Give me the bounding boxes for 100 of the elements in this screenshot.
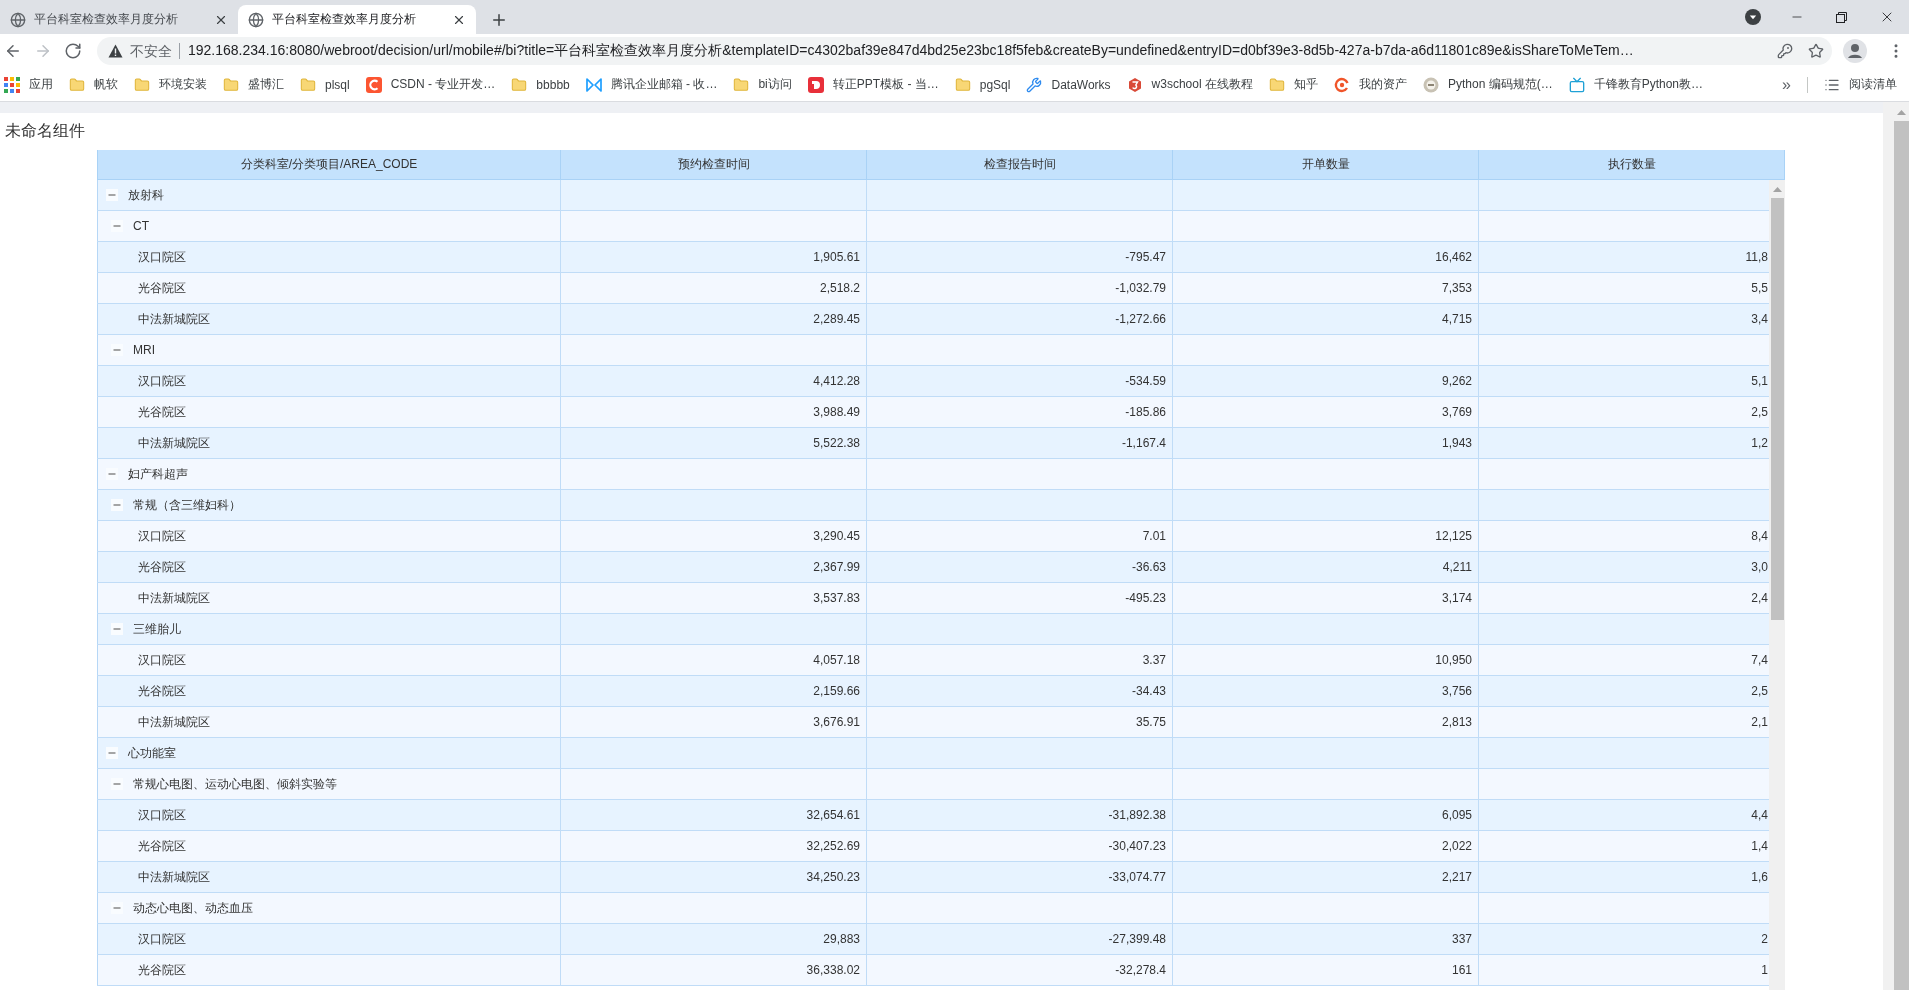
table-cell-text: 11,8 [1744, 249, 1769, 266]
table-row[interactable]: 汉口院区 3,290.45 7.01 12,125 8,4 [97, 521, 1769, 552]
row-label: 光谷院区 [138, 279, 186, 297]
column-header[interactable]: 分类科室/分类项目/AREA_CODE [97, 150, 561, 179]
bookmark-link[interactable]: DataWorks [1022, 71, 1115, 98]
table-row[interactable]: 妇产科超声 [97, 459, 1769, 490]
address-bar[interactable]: 不安全 192.168.234.16:8080/webroot/decision/url/mobile#/bi?title=平台科室检查效率月度分析&templateID=c4302baf39e847d4bd25e23bc18f5feb&createBy=undefined&entryID=d0bf39e3-8d5b-427a-b7da-a6d11801c89e&isShareToMeTem… [97, 37, 1832, 65]
bookmark-link[interactable]: plsql [296, 71, 354, 98]
minus-icon[interactable] [111, 623, 123, 635]
bookmark-link[interactable]: 转正PPT模板 - 当… [803, 71, 943, 98]
table-cell-text: 2 [1760, 931, 1769, 948]
bookmark-link[interactable]: 环境安装 [130, 71, 211, 98]
browser-tab[interactable]: 平台科室检查效率月度分析 [238, 5, 476, 34]
bookmark-link[interactable]: CSDN - 专业开发… [361, 71, 500, 98]
minus-icon[interactable] [111, 902, 123, 914]
table-row[interactable]: 汉口院区 4,057.18 3.37 10,950 7,4 [97, 645, 1769, 676]
restore-icon[interactable] [1836, 11, 1847, 23]
bookmark-link[interactable]: 我的资产 [1330, 71, 1411, 98]
minus-icon[interactable] [111, 778, 123, 790]
bookmark-link[interactable]: 盛博汇 [219, 71, 288, 98]
minus-icon[interactable] [111, 499, 123, 511]
table-row[interactable]: 动态心电图、动态血压 [97, 893, 1769, 924]
table-row[interactable]: 光谷院区 2,159.66 -34.43 3,756 2,5 [97, 676, 1769, 707]
bookmark-link[interactable]: bi访问 [729, 71, 796, 98]
table-cell: 3,537.83 [561, 583, 867, 613]
row-label: 妇产科超声 [128, 465, 188, 483]
scrollbar-thumb[interactable] [1770, 198, 1784, 620]
reading-list-link[interactable]: 阅读清单 [1820, 71, 1901, 98]
wrench-icon [1026, 76, 1043, 93]
table-cell: -32,278.4 [867, 955, 1173, 985]
table-row[interactable]: 常规心电图、运动心电图、倾斜实验等 [97, 769, 1769, 800]
folder-icon [134, 76, 150, 93]
table-cell: 1,905.61 [561, 242, 867, 272]
table-cell: 32,654.61 [561, 800, 867, 830]
table-row[interactable]: 汉口院区 4,412.28 -534.59 9,262 5,1 [97, 366, 1769, 397]
table-row[interactable]: 汉口院区 32,654.61 -31,892.38 6,095 4,4 [97, 800, 1769, 831]
table-cell-text: 5,5 [1750, 280, 1769, 297]
row-label: 三维胎儿 [133, 620, 181, 638]
table-row[interactable]: 汉口院区 29,883 -27,399.48 337 2 [97, 924, 1769, 955]
row-label: 中法新城院区 [138, 434, 210, 452]
table-row[interactable]: 心功能室 [97, 738, 1769, 769]
scroll-up-icon[interactable] [1772, 187, 1782, 192]
row-label: 光谷院区 [138, 682, 186, 700]
bookmark-link[interactable]: bbbbb [507, 71, 574, 98]
minus-icon[interactable] [111, 220, 123, 232]
bookmark-link[interactable]: pgSql [950, 71, 1015, 98]
table-row[interactable]: 光谷院区 2,367.99 -36.63 4,211 3,0 [97, 552, 1769, 583]
bookmark-link[interactable]: 腾讯企业邮箱 - 收… [581, 71, 722, 98]
star-icon[interactable] [1808, 43, 1824, 59]
table-row[interactable]: 常规（含三维妇科） [97, 490, 1769, 521]
table-row[interactable]: 放射科 [97, 180, 1769, 211]
table-row[interactable]: 光谷院区 2,518.2 -1,032.79 7,353 5,5 [97, 273, 1769, 304]
table-cell: 10,950 [1173, 645, 1479, 675]
bookmark-link[interactable]: 应用 [0, 71, 57, 98]
scrollbar-thumb[interactable] [1894, 121, 1909, 990]
table-cell: 9,262 [1173, 366, 1479, 396]
table-scrollbar[interactable] [1769, 180, 1785, 990]
security-chip[interactable]: 不安全 [108, 43, 180, 59]
column-header[interactable]: 检查报告时间 [867, 150, 1173, 179]
minus-icon[interactable] [106, 189, 118, 201]
table-row[interactable]: CT [97, 211, 1769, 242]
bookmark-link[interactable]: Python 编码规范(… [1419, 71, 1557, 98]
table-cell: 2,217 [1173, 862, 1479, 892]
bookmark-link[interactable]: 知乎 [1265, 71, 1322, 98]
table-row[interactable]: 光谷院区 32,252.69 -30,407.23 2,022 1,4 [97, 831, 1769, 862]
minus-icon[interactable] [106, 747, 118, 759]
table-cell: 6,095 [1173, 800, 1479, 830]
page-scrollbar[interactable] [1883, 102, 1909, 990]
table-cell-text: 1,4 [1750, 838, 1769, 855]
profile-icon[interactable] [1843, 39, 1867, 63]
table-row[interactable]: 中法新城院区 3,537.83 -495.23 3,174 2,4 [97, 583, 1769, 614]
apps-grid-icon [4, 76, 20, 93]
reload-icon[interactable] [64, 42, 82, 60]
column-header[interactable]: 开单数量 [1173, 150, 1479, 179]
bookmarks-overflow[interactable]: » [1778, 75, 1795, 94]
bookmark-link[interactable]: 帆软 [65, 71, 122, 98]
table-cell: -1,272.66 [867, 304, 1173, 334]
bookmark-link[interactable]: 千锋教育Python教… [1564, 71, 1708, 98]
scroll-up-icon[interactable] [1897, 110, 1906, 115]
table-row[interactable]: 中法新城院区 3,676.91 35.75 2,813 2,1 [97, 707, 1769, 738]
table-cell: 2,022 [1173, 831, 1479, 861]
column-header[interactable]: 预约检查时间 [561, 150, 867, 179]
row-label: 光谷院区 [138, 403, 186, 421]
table-row[interactable]: MRI [97, 335, 1769, 366]
minus-icon[interactable] [111, 344, 123, 356]
table-row[interactable]: 中法新城院区 5,522.38 -1,167.4 1,943 1,2 [97, 428, 1769, 459]
table-row[interactable]: 汉口院区 1,905.61 -795.47 16,462 11,8 [97, 242, 1769, 273]
bookmark-link[interactable]: w3school 在线教程 [1122, 71, 1257, 98]
table-row[interactable]: 中法新城院区 34,250.23 -33,074.77 2,217 1,6 [97, 862, 1769, 893]
tab-search-icon[interactable] [1745, 9, 1761, 25]
key-icon[interactable] [1777, 43, 1793, 59]
table-row[interactable]: 光谷院区 3,988.49 -185.86 3,769 2,5 [97, 397, 1769, 428]
row-label: 放射科 [128, 186, 164, 204]
browser-tab[interactable]: 平台科室检查效率月度分析 [0, 5, 238, 34]
minus-icon[interactable] [106, 468, 118, 480]
table-row[interactable]: 三维胎儿 [97, 614, 1769, 645]
table-cell: -495.23 [867, 583, 1173, 613]
table-row[interactable]: 光谷院区 36,338.02 -32,278.4 161 1 [97, 955, 1769, 986]
column-header[interactable]: 执行数量 [1479, 150, 1785, 179]
table-row[interactable]: 中法新城院区 2,289.45 -1,272.66 4,715 3,4 [97, 304, 1769, 335]
